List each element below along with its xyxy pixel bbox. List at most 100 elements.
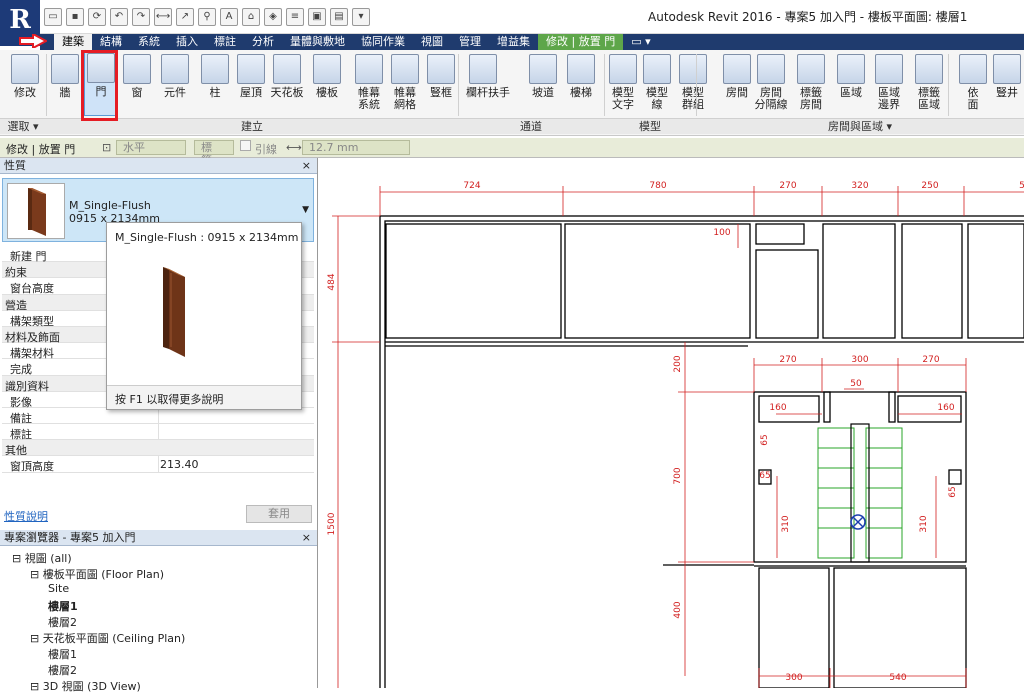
ribbon-separator	[46, 54, 47, 116]
area-button[interactable]: 區域	[834, 54, 868, 99]
dimension-icon[interactable]: ↗	[176, 8, 194, 26]
3d-icon[interactable]: ⌂	[242, 8, 260, 26]
apply-button[interactable]: 套用	[246, 505, 312, 523]
cell-divider	[158, 407, 159, 424]
floor-button[interactable]: 樓板	[310, 54, 344, 99]
close-icon[interactable]: ×	[302, 158, 311, 174]
properties-help-link[interactable]: 性質說明	[4, 508, 48, 524]
tooltip-title: M_Single-Flush : 0915 x 2134mm	[115, 231, 299, 244]
tag-room-button[interactable]: 標籤 房間	[794, 54, 828, 111]
shaft-button[interactable]: 豎井	[990, 54, 1024, 99]
browser-node-label: 視圖 (all)	[24, 552, 72, 565]
tab-11[interactable]: 修改 | 放置 門	[538, 34, 624, 50]
window-label: 窗	[131, 86, 143, 99]
tab-6[interactable]: 量體與敷地	[282, 34, 353, 50]
browser-node[interactable]: ⊟ 視圖 (all)	[12, 550, 72, 566]
chevron-down-icon[interactable]: ▼	[302, 205, 309, 215]
column-label: 柱	[209, 86, 221, 99]
section-icon[interactable]: ◈	[264, 8, 282, 26]
collapse-icon[interactable]: ⊟	[30, 680, 43, 693]
panel-label-3[interactable]: 模型	[604, 118, 696, 134]
tag-icon[interactable]: ⚲	[198, 8, 216, 26]
ribbon-separator	[696, 54, 697, 116]
close-windows-icon[interactable]: ▣	[308, 8, 326, 26]
tab-10[interactable]: 增益集	[489, 34, 538, 50]
tab-0[interactable]: 建築	[54, 34, 92, 50]
customize-icon[interactable]: ▾	[352, 8, 370, 26]
browser-node[interactable]: 樓層1	[48, 598, 78, 614]
property-group[interactable]: 其他	[2, 440, 314, 457]
tab-12[interactable]: ▭ ▾	[623, 34, 658, 50]
thin-lines-icon[interactable]: ≡	[286, 8, 304, 26]
room-button[interactable]: 房間	[720, 54, 754, 99]
stair-icon	[567, 54, 595, 84]
tab-2[interactable]: 系統	[130, 34, 168, 50]
tab-1[interactable]: 結構	[92, 34, 130, 50]
room-separator-button[interactable]: 房間 分隔線	[754, 54, 788, 111]
stair-button[interactable]: 樓梯	[564, 54, 598, 99]
tag-room-label: 標籤 房間	[800, 86, 822, 111]
tag-area-button[interactable]: 標籤 區域	[912, 54, 946, 111]
panel-label-0[interactable]: 選取 ▾	[0, 118, 46, 134]
model-text-button[interactable]: 模型 文字	[606, 54, 640, 111]
floor-plan[interactable]: 724 780 270 320 250 5 270 300 270 50 160 160 65 65 65 1…	[318, 158, 1024, 694]
browser-node[interactable]: Site	[48, 582, 69, 595]
curtain-grid-button[interactable]: 帷幕 網格	[388, 54, 422, 111]
text-icon[interactable]: A	[220, 8, 238, 26]
by-face-button[interactable]: 依 面	[956, 54, 990, 111]
browser-node[interactable]: 樓層1	[48, 646, 77, 662]
browser-node[interactable]: 樓層2	[48, 614, 77, 630]
tab-9[interactable]: 管理	[451, 34, 489, 50]
ceiling-button[interactable]: 天花板	[270, 54, 304, 99]
collapse-icon[interactable]: ⊟	[12, 552, 25, 565]
property-value[interactable]: 213.40	[160, 458, 199, 471]
leader-checkbox[interactable]	[240, 140, 251, 151]
switch-windows-icon[interactable]: ▤	[330, 8, 348, 26]
panel-label-2[interactable]: 通道	[458, 118, 604, 134]
roof-button[interactable]: 屋頂	[234, 54, 268, 99]
panel-label-4[interactable]: 房間與區域 ▾	[696, 118, 1024, 134]
tab-8[interactable]: 視圖	[413, 34, 451, 50]
model-group-button[interactable]: 模型 群組	[676, 54, 710, 111]
model-group-label: 模型 群組	[682, 86, 704, 111]
cell-divider	[158, 424, 159, 440]
cursor-marker	[850, 514, 866, 530]
browser-node[interactable]: ⊟ 3D 視圖 (3D View)	[30, 678, 141, 694]
room-icon	[723, 54, 751, 84]
component-button[interactable]: 元件	[158, 54, 192, 99]
browser-node[interactable]: ⊟ 天花板平面圖 (Ceiling Plan)	[30, 630, 185, 646]
close-icon[interactable]: ×	[302, 530, 311, 546]
browser-node[interactable]: ⊟ 樓板平面圖 (Floor Plan)	[30, 566, 164, 582]
railing-button[interactable]: 欄杆扶手	[466, 54, 510, 99]
curtain-system-button[interactable]: 帷幕 系統	[352, 54, 386, 111]
dimension-label: 300	[851, 355, 868, 365]
tab-4[interactable]: 標註	[206, 34, 244, 50]
area-boundary-button[interactable]: 區域 邊界	[872, 54, 906, 111]
tag-field[interactable]: 標籤...	[194, 140, 234, 167]
orientation-select[interactable]: 水平	[116, 140, 186, 155]
wall-button[interactable]: 牆	[48, 54, 82, 99]
tab-7[interactable]: 協同作業	[353, 34, 413, 50]
model-line-button[interactable]: 模型 線	[640, 54, 674, 111]
redo-icon[interactable]: ↷	[132, 8, 150, 26]
curtain-grid-label: 帷幕 網格	[394, 86, 416, 111]
ramp-button[interactable]: 坡道	[526, 54, 560, 99]
collapse-icon[interactable]: ⊟	[30, 632, 43, 645]
modify-button[interactable]: 修改	[8, 54, 42, 99]
open-icon[interactable]: ▭	[44, 8, 62, 26]
measure-icon[interactable]: ⟷	[154, 8, 172, 26]
browser-node[interactable]: 樓層2	[48, 662, 77, 678]
leader-length-field[interactable]: 12.7 mm	[302, 140, 410, 155]
collapse-icon[interactable]: ⊟	[30, 568, 43, 581]
column-button[interactable]: 柱	[198, 54, 232, 99]
drawing-canvas[interactable]: 724 780 270 320 250 5 270 300 270 50 160 160 65 65 65 1…	[318, 158, 1024, 694]
window-button[interactable]: 窗	[120, 54, 154, 99]
save-icon[interactable]: ▪	[66, 8, 84, 26]
mullion-button[interactable]: 豎框	[424, 54, 458, 99]
dimension-label: 724	[463, 181, 480, 191]
tab-5[interactable]: 分析	[244, 34, 282, 50]
tab-3[interactable]: 插入	[168, 34, 206, 50]
sync-icon[interactable]: ⟳	[88, 8, 106, 26]
undo-icon[interactable]: ↶	[110, 8, 128, 26]
dimension-label: 65	[759, 471, 770, 481]
